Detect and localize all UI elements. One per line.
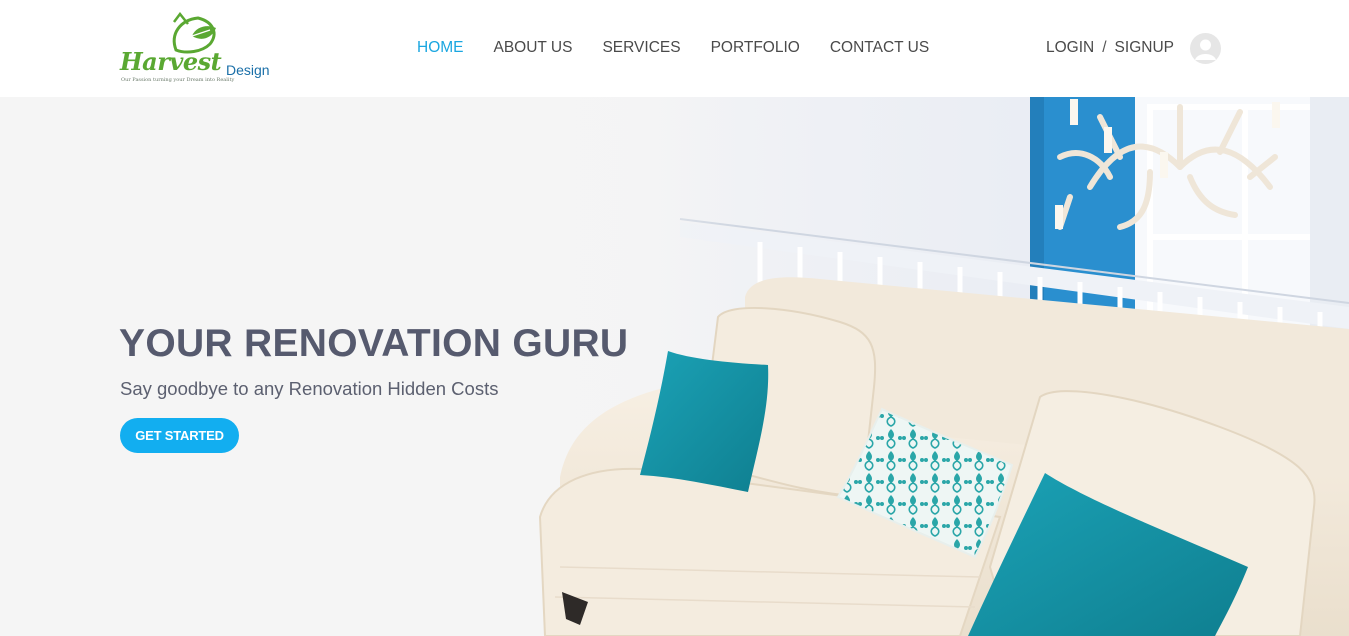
main-nav: HOME ABOUT US SERVICES PORTFOLIO CONTACT… xyxy=(417,38,929,58)
signup-link[interactable]: SIGNUP xyxy=(1115,38,1174,58)
nav-portfolio[interactable]: PORTFOLIO xyxy=(711,38,800,58)
nav-services[interactable]: SERVICES xyxy=(602,38,680,58)
nav-contact-us[interactable]: CONTACT US xyxy=(830,38,929,58)
nav-home[interactable]: HOME xyxy=(417,38,464,58)
auth-links: LOGIN / SIGNUP xyxy=(1046,38,1174,58)
harvest-design-logo[interactable]: Harvest Design Our Passion turning your … xyxy=(118,12,270,88)
hero-subtitle: Say goodbye to any Renovation Hidden Cos… xyxy=(120,378,499,399)
user-avatar-icon[interactable] xyxy=(1190,33,1221,64)
logo-design-text: Design xyxy=(226,62,270,78)
site-header: Harvest Design Our Passion turning your … xyxy=(0,0,1349,97)
logo-tagline: Our Passion turning your Dream into Real… xyxy=(121,77,235,83)
login-link[interactable]: LOGIN xyxy=(1046,38,1094,58)
hero-title: YOUR RENOVATION GURU xyxy=(119,322,629,365)
hero-section: YOUR RENOVATION GURU Say goodbye to any … xyxy=(0,97,1349,636)
get-started-button[interactable]: GET STARTED xyxy=(120,418,239,453)
logo-wordmark: Harvest xyxy=(120,47,222,76)
nav-about-us[interactable]: ABOUT US xyxy=(494,38,573,58)
auth-separator: / xyxy=(1102,39,1107,56)
